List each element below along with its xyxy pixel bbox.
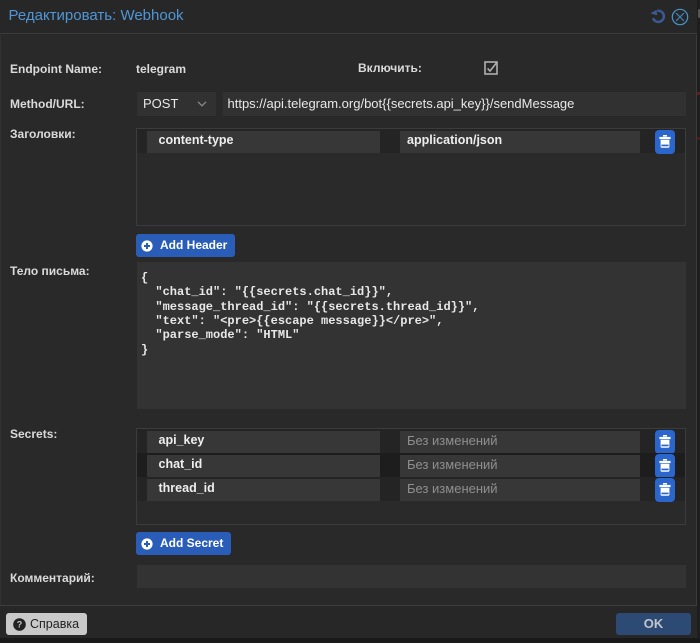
svg-text:?: ?	[16, 619, 22, 629]
